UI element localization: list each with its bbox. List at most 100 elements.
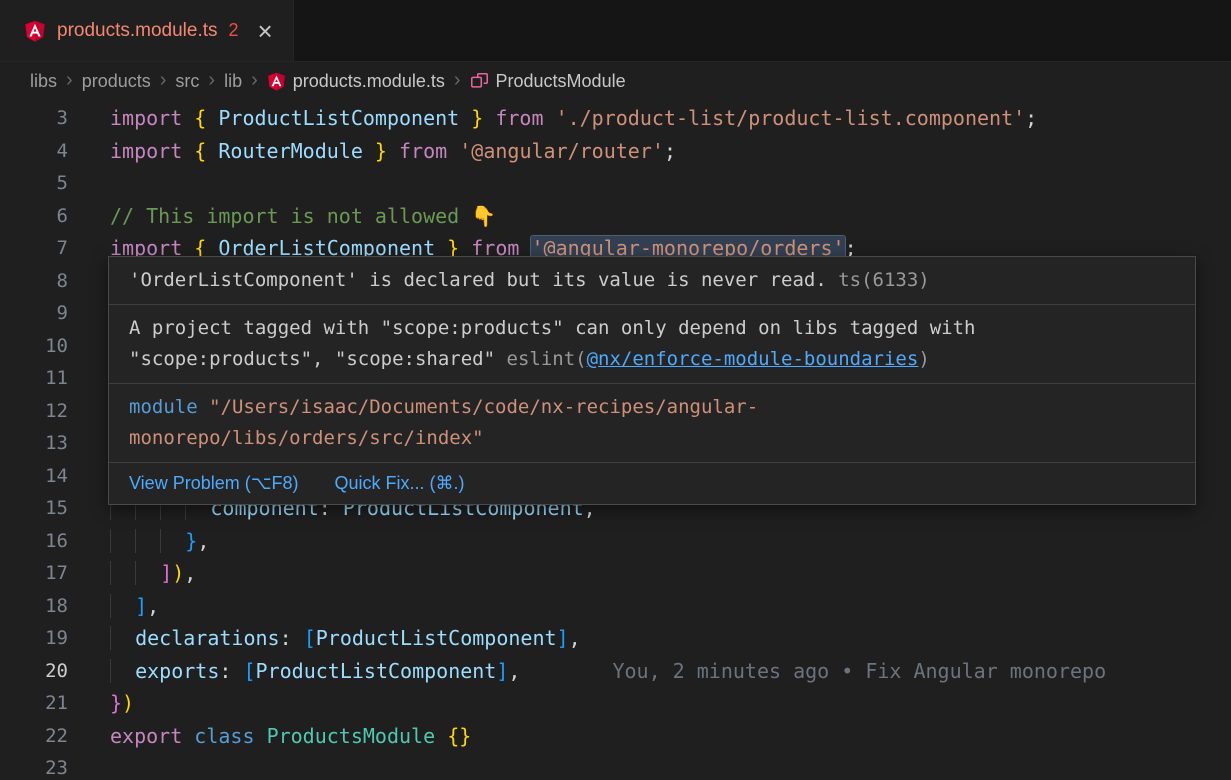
line-number[interactable]: 20 xyxy=(0,655,68,688)
tab-products-module-ts[interactable]: products.module.ts 2 × xyxy=(0,0,294,61)
breadcrumb-item-file[interactable]: products.module.ts xyxy=(267,71,445,92)
code-token: : xyxy=(280,626,304,650)
code-token xyxy=(182,106,194,130)
breadcrumb-item-lib[interactable]: lib xyxy=(224,71,242,92)
breadcrumb-item-src[interactable]: src xyxy=(175,71,199,92)
code-token: } xyxy=(375,139,387,163)
breadcrumb-item-symbol[interactable]: ProductsModule xyxy=(470,71,626,92)
chevron-right-icon: › xyxy=(454,70,461,92)
line-number[interactable]: 22 xyxy=(0,720,68,753)
code-token: , xyxy=(569,626,581,650)
code-line[interactable]: 19 declarations: [ProductListComponent], xyxy=(0,622,1231,655)
chevron-right-icon: › xyxy=(251,70,258,92)
line-number[interactable]: 15 xyxy=(0,492,68,525)
code-line[interactable]: 17 ]), xyxy=(0,557,1231,590)
code-editor[interactable]: 3 import { ProductListComponent } from '.… xyxy=(0,100,1231,780)
close-icon[interactable]: × xyxy=(258,18,273,44)
line-number[interactable]: 16 xyxy=(0,525,68,558)
code-line[interactable]: 20 exports: [ProductListComponent],You, … xyxy=(0,655,1231,688)
code-token xyxy=(255,724,267,748)
code-line[interactable]: 18 ], xyxy=(0,590,1231,623)
code-line[interactable]: 21}) xyxy=(0,687,1231,720)
code-line[interactable]: 4 import { RouterModule } from '@angular/… xyxy=(0,135,1231,168)
code-token: ProductListComponent xyxy=(316,626,557,650)
code-token: [ xyxy=(304,626,316,650)
symbol-module-icon xyxy=(470,72,489,91)
tab-bar: products.module.ts 2 × xyxy=(0,0,1231,62)
line-number[interactable]: 8 xyxy=(0,265,68,298)
diagnostic-source: ts(6133) xyxy=(827,269,930,291)
code-token: , xyxy=(197,529,209,553)
line-number[interactable]: 19 xyxy=(0,622,68,655)
code-token: ] xyxy=(557,626,569,650)
tab-title: products.module.ts xyxy=(57,20,218,42)
code-token: } xyxy=(110,691,122,715)
line-number[interactable]: 12 xyxy=(0,395,68,428)
code-line[interactable]: 5 xyxy=(0,167,1231,200)
code-text: }, xyxy=(110,525,209,558)
line-number[interactable]: 21 xyxy=(0,687,68,720)
line-number[interactable]: 9 xyxy=(0,297,68,330)
code-token: , xyxy=(184,561,196,585)
line-number[interactable]: 14 xyxy=(0,460,68,493)
hover-action-bar: View Problem (⌥F8) Quick Fix... (⌘.) xyxy=(109,463,1195,504)
code-line[interactable]: 22export class ProductsModule {} xyxy=(0,720,1231,753)
code-token: { xyxy=(194,106,206,130)
eslint-rule-link[interactable]: @nx/enforce-module-boundaries xyxy=(587,348,919,370)
line-number[interactable]: 17 xyxy=(0,557,68,590)
diagnostic-eslint: A project tagged with "scope:products" c… xyxy=(109,305,1195,384)
code-text: ], xyxy=(110,590,159,623)
quick-fix-action[interactable]: Quick Fix... (⌘.) xyxy=(334,470,464,496)
code-token: ProductListComponent xyxy=(206,106,471,130)
code-token: : xyxy=(219,659,243,683)
code-text: import { ProductListComponent } from './… xyxy=(110,102,1037,135)
code-token: exports xyxy=(135,659,219,683)
line-number[interactable]: 3 xyxy=(0,102,68,135)
code-token: { xyxy=(194,139,206,163)
code-token xyxy=(387,139,399,163)
code-token: ) xyxy=(172,561,184,585)
line-number[interactable]: 6 xyxy=(0,200,68,233)
code-line[interactable]: 16 }, xyxy=(0,525,1231,558)
code-text: }) xyxy=(110,687,134,720)
module-keyword: module xyxy=(129,396,198,418)
code-token: './product-list/product-list.component' xyxy=(556,106,1026,130)
line-number[interactable]: 10 xyxy=(0,330,68,363)
chevron-right-icon: › xyxy=(208,70,215,92)
breadcrumb-label: libs xyxy=(30,71,57,92)
code-line[interactable]: 6 // This import is not allowed 👇 xyxy=(0,200,1231,233)
code-token: import xyxy=(110,106,182,130)
code-token xyxy=(544,106,556,130)
code-token: ProductsModule xyxy=(267,724,436,748)
code-text: import { RouterModule } from '@angular/r… xyxy=(110,135,676,168)
code-token: import xyxy=(110,139,182,163)
chevron-right-icon: › xyxy=(160,70,167,92)
breadcrumb-item-products[interactable]: products xyxy=(82,71,151,92)
indent-guide xyxy=(135,561,160,585)
line-number[interactable]: 11 xyxy=(0,362,68,395)
line-number[interactable]: 7 xyxy=(0,232,68,265)
code-token: // This import is not allowed 👇 xyxy=(110,204,496,228)
code-token: , xyxy=(508,659,520,683)
view-problem-action[interactable]: View Problem (⌥F8) xyxy=(129,470,298,496)
line-number[interactable]: 5 xyxy=(0,167,68,200)
breadcrumbs: libs › products › src › lib › products.m… xyxy=(0,62,1231,100)
line-number[interactable]: 4 xyxy=(0,135,68,168)
indent-guide xyxy=(110,561,135,585)
code-token: from xyxy=(399,139,447,163)
line-number[interactable]: 23 xyxy=(0,752,68,780)
angular-icon xyxy=(24,20,46,42)
code-token: from xyxy=(495,106,543,130)
code-token xyxy=(483,106,495,130)
breadcrumb-item-libs[interactable]: libs xyxy=(30,71,57,92)
line-number[interactable]: 13 xyxy=(0,427,68,460)
code-token: ] xyxy=(135,594,147,618)
line-number[interactable]: 18 xyxy=(0,590,68,623)
code-line[interactable]: 23 xyxy=(0,752,1231,780)
code-line[interactable]: 3 import { ProductListComponent } from '.… xyxy=(0,102,1231,135)
module-path-line2: monorepo/libs/orders/src/index" xyxy=(129,427,484,449)
breadcrumb-label: products xyxy=(82,71,151,92)
diagnostic-message-line2: "scope:products", "scope:shared" xyxy=(129,348,507,370)
indent-guide xyxy=(110,659,135,683)
hover-diagnostics-popup: 'OrderListComponent' is declared but its… xyxy=(108,256,1196,505)
